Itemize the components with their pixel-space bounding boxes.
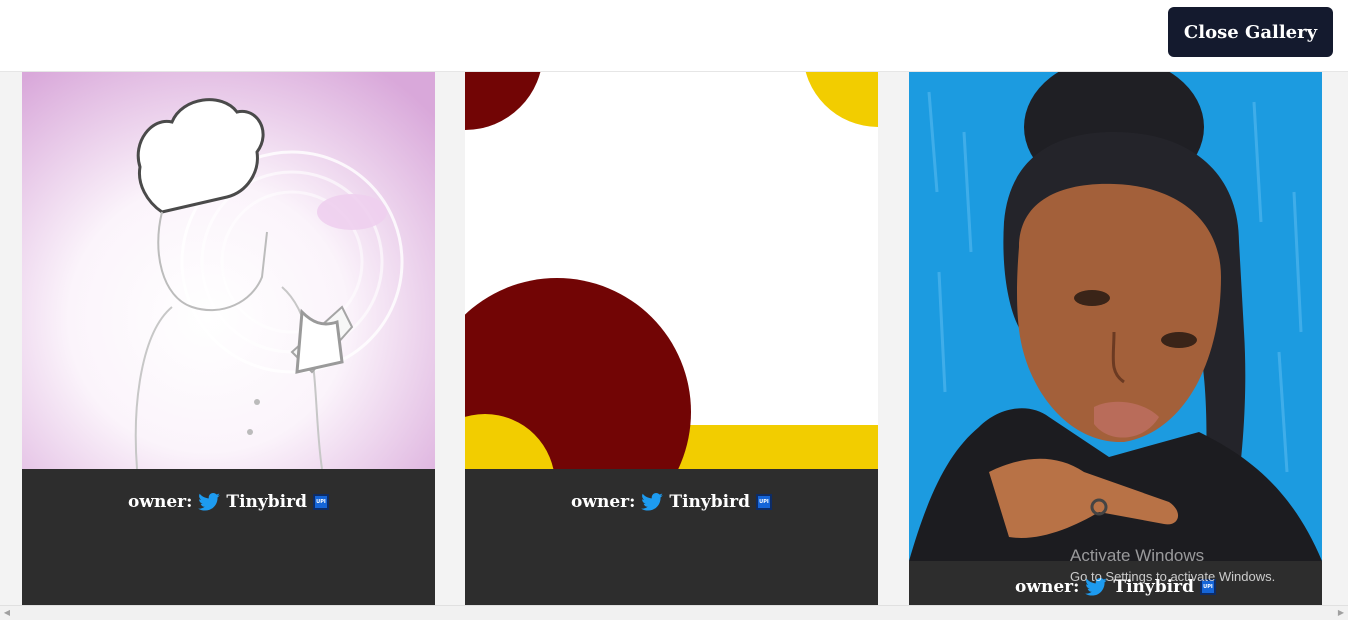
card-owner-caption: owner: Tinybird UPI: [22, 474, 435, 530]
gallery-card-1[interactable]: owner: Tinybird UPI: [22, 72, 435, 605]
gallery-card-2[interactable]: owner: Tinybird UPI: [465, 72, 878, 605]
upi-badge-icon: UPI: [1199, 579, 1216, 595]
gallery-card-3[interactable]: owner: Tinybird UPI: [909, 72, 1322, 605]
card-owner-caption: owner: Tinybird UPI: [909, 566, 1322, 605]
card-owner-caption: owner: Tinybird UPI: [465, 474, 878, 530]
portrait-painting-image: [909, 72, 1322, 561]
abstract-shapes-image: [465, 72, 878, 469]
scroll-left-icon[interactable]: ◀: [2, 608, 12, 618]
twitter-bird-icon[interactable]: [198, 493, 221, 511]
horizontal-scrollbar[interactable]: ◀ ▶: [0, 605, 1348, 620]
upi-badge-icon: UPI: [312, 494, 329, 510]
owner-label: owner:: [1015, 577, 1080, 597]
gallery-header: Close Gallery: [0, 0, 1348, 72]
owner-label: owner:: [571, 492, 636, 512]
twitter-bird-icon[interactable]: [1085, 578, 1108, 596]
twitter-bird-icon[interactable]: [641, 493, 664, 511]
chef-illustration-image: [22, 72, 435, 469]
close-gallery-button[interactable]: Close Gallery: [1168, 7, 1333, 57]
owner-name[interactable]: Tinybird: [1113, 577, 1194, 597]
owner-name[interactable]: Tinybird: [669, 492, 750, 512]
upi-badge-icon: UPI: [755, 494, 772, 510]
owner-label: owner:: [128, 492, 193, 512]
owner-name[interactable]: Tinybird: [226, 492, 307, 512]
scroll-right-icon[interactable]: ▶: [1336, 608, 1346, 618]
